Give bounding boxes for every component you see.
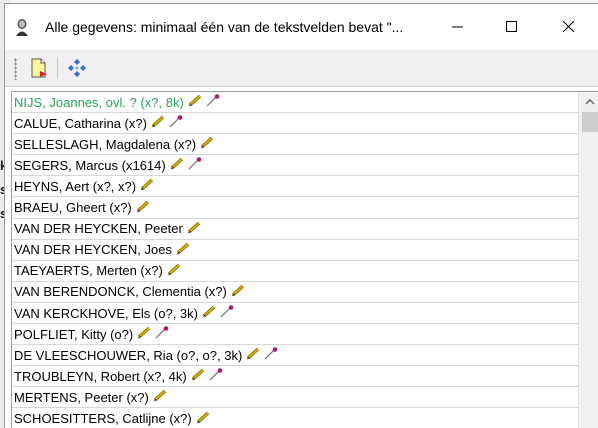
pencil-icon [188,94,202,110]
list-item-label: MERTENS, Peeter (x?) [14,389,149,405]
pencil-icon [167,263,181,279]
list-item-label: POLFLIET, Kitty (o?) [14,326,134,342]
pin-icon [155,326,169,342]
vertical-scrollbar[interactable] [578,92,598,428]
list-item-label: NIJS, Joannes, ovl. ? (x?, 8k) [14,94,184,110]
pencil-icon [191,368,205,384]
toolbar-separator [57,57,58,79]
pencil-icon [231,284,245,300]
list-item-label: VAN DER HEYCKEN, Joes [14,242,172,258]
list-item[interactable]: TAEYAERTS, Merten (x?) [12,261,578,282]
scroll-up-button[interactable] [579,92,598,112]
list-item[interactable]: SEGERS, Marcus (x1614) [12,155,578,177]
list-item-label: TAEYAERTS, Merten (x?) [14,263,163,279]
scrollbar-thumb[interactable] [582,112,598,132]
list-item-label: VAN KERCKHOVE, Els (o?, 3k) [14,305,198,321]
toolbar [5,50,598,87]
pin-icon [209,368,223,384]
pin-icon [188,157,202,173]
title-bar[interactable]: Alle gegevens: minimaal één van de tekst… [5,4,598,50]
pencil-icon [151,115,165,131]
list-item-label: SEGERS, Marcus (x1614) [14,157,166,173]
list-item-label: BRAEU, Gheert (x?) [14,200,132,215]
pencil-icon [202,305,216,321]
pencil-icon [170,157,184,173]
list-item-label: VAN BERENDONCK, Clementia (x?) [14,284,227,300]
list-item[interactable]: HEYNS, Aert (x?, x?) [12,176,578,198]
window-title: Alle gegevens: minimaal één van de tekst… [45,19,404,35]
pencil-icon [187,221,201,237]
list-item-label: VAN DER HEYCKEN, Peeter [14,221,183,237]
close-button[interactable] [546,4,592,50]
list-item[interactable]: VAN KERCKHOVE, Els (o?, 3k) [12,303,578,324]
pencil-icon [176,242,190,258]
list-item[interactable]: NIJS, Joannes, ovl. ? (x?, 8k) [12,92,578,113]
list-item[interactable]: DE VLEESCHOUWER, Ria (o?, o?, 3k) [12,345,578,367]
pencil-icon [246,347,260,363]
app-logo-icon [14,18,30,36]
list-item-label: DE VLEESCHOUWER, Ria (o?, o?, 3k) [14,347,243,363]
pencil-icon [140,178,154,194]
list-item[interactable]: BRAEU, Gheert (x?) [12,198,578,219]
toolbar-grip[interactable] [14,58,17,80]
pencil-icon [136,200,150,216]
minimize-button[interactable] [435,4,481,50]
pencil-icon [137,326,151,342]
list-item[interactable]: POLFLIET, Kitty (o?) [12,324,578,346]
search-results-window: Alle gegevens: minimaal één van de tekst… [4,3,598,428]
maximize-button[interactable] [489,4,535,50]
list-item[interactable]: TROUBLEYN, Robert (x?, 4k) [12,366,578,388]
pencil-icon [153,389,167,405]
list-item-label: SCHOESITTERS, Catlijne (x?) [14,411,192,426]
list-item-label: SELLESLAGH, Magdalena (x?) [14,136,197,152]
list-item[interactable]: VAN DER HEYCKEN, Joes [12,240,578,261]
maximize-icon [506,21,517,32]
pin-icon [264,347,278,363]
list-item[interactable]: VAN DER HEYCKEN, Peeter [12,219,578,240]
pin-icon [206,94,220,110]
pencil-icon [200,136,214,152]
list-item[interactable]: CALUE, Catharina (x?) [12,113,578,135]
list-item[interactable]: MERTENS, Peeter (x?) [12,387,578,409]
chevron-up-icon [585,99,595,105]
list-item[interactable]: SELLESLAGH, Magdalena (x?) [12,134,578,156]
close-icon [563,21,575,33]
diamond-arrows-button[interactable] [63,55,91,81]
new-document-icon [31,58,47,78]
pencil-icon [196,411,210,427]
new-document-button[interactable] [25,55,53,81]
list-item[interactable]: VAN BERENDONCK, Clementia (x?) [12,282,578,303]
list-item-label: HEYNS, Aert (x?, x?) [14,178,137,194]
list-item-label: TROUBLEYN, Robert (x?, 4k) [14,368,187,384]
diamond-arrows-icon [68,59,86,77]
results-list[interactable]: NIJS, Joannes, ovl. ? (x?, 8k) CALUE, Cat… [11,91,598,428]
minimize-icon [452,26,463,28]
pin-icon [169,115,183,131]
list-item[interactable]: SCHOESITTERS, Catlijne (x?) [12,409,578,428]
pin-icon [220,305,234,321]
list-item-label: CALUE, Catharina (x?) [14,115,147,131]
